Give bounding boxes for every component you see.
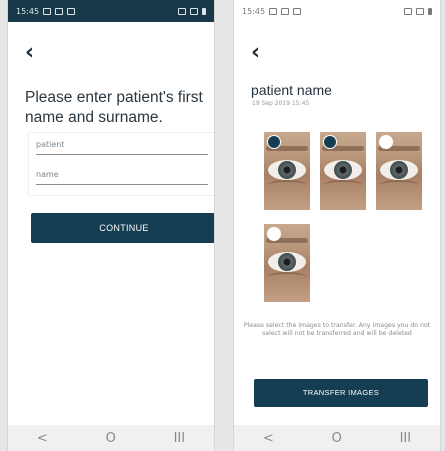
- notification-icon: [43, 7, 52, 15]
- back-arrow-icon[interactable]: ‹: [25, 42, 47, 65]
- nav-back-button[interactable]: <: [37, 431, 48, 446]
- page-heading: Please enter patient's first name and su…: [25, 89, 203, 126]
- system-nav-bar: < O III: [8, 425, 214, 451]
- system-nav-bar: < O III: [234, 425, 440, 451]
- nav-recents-button[interactable]: III: [400, 431, 412, 446]
- transfer-instructions: Please select the images to transfer. An…: [243, 322, 431, 337]
- battery-icon: [202, 7, 206, 15]
- nav-home-button[interactable]: O: [332, 431, 342, 446]
- selection-checkbox[interactable]: [267, 135, 281, 149]
- selection-checkbox[interactable]: [323, 135, 337, 149]
- eye-image-thumbnail[interactable]: [264, 224, 310, 302]
- capture-timestamp: 19 Sep 2019 15:45: [252, 100, 310, 107]
- status-time: 15:45: [242, 6, 266, 16]
- notification-icon: [269, 7, 278, 15]
- surname-input[interactable]: name: [36, 166, 208, 185]
- patient-name-title: patient name: [251, 82, 332, 98]
- surname-placeholder: name: [36, 170, 59, 179]
- notification-icon: [55, 7, 64, 15]
- nav-home-button[interactable]: O: [106, 431, 116, 446]
- transfer-images-button[interactable]: TRANSFER IMAGES: [254, 379, 428, 407]
- message-icon: [67, 7, 76, 15]
- status-bar: 15:45: [234, 0, 440, 22]
- wifi-icon: [190, 7, 198, 15]
- back-arrow-icon[interactable]: ‹: [251, 42, 273, 65]
- nav-recents-button[interactable]: III: [174, 431, 186, 446]
- eye-image-thumbnail[interactable]: [264, 132, 310, 210]
- continue-button[interactable]: CONTINUE: [31, 213, 214, 243]
- first-name-input[interactable]: patient: [36, 136, 208, 155]
- first-name-placeholder: patient: [36, 140, 65, 149]
- notification-icon: [281, 7, 290, 15]
- selection-checkbox[interactable]: [379, 135, 393, 149]
- patient-name-screen: 15:45 ‹ Please enter patient's first nam…: [7, 0, 215, 451]
- eye-image-thumbnail[interactable]: [320, 132, 366, 210]
- nav-back-button[interactable]: <: [263, 431, 274, 446]
- selection-checkbox[interactable]: [267, 227, 281, 241]
- silent-icon: [404, 7, 412, 15]
- status-time: 15:45: [16, 6, 40, 16]
- silent-icon: [178, 7, 186, 15]
- status-bar: 15:45: [8, 0, 214, 22]
- wifi-icon: [416, 7, 424, 15]
- image-select-screen: 15:45 ‹ patient name 19 Sep 2019 15:45 P…: [233, 0, 441, 451]
- message-icon: [293, 7, 302, 15]
- eye-image-thumbnail[interactable]: [376, 132, 422, 210]
- battery-icon: [428, 7, 432, 15]
